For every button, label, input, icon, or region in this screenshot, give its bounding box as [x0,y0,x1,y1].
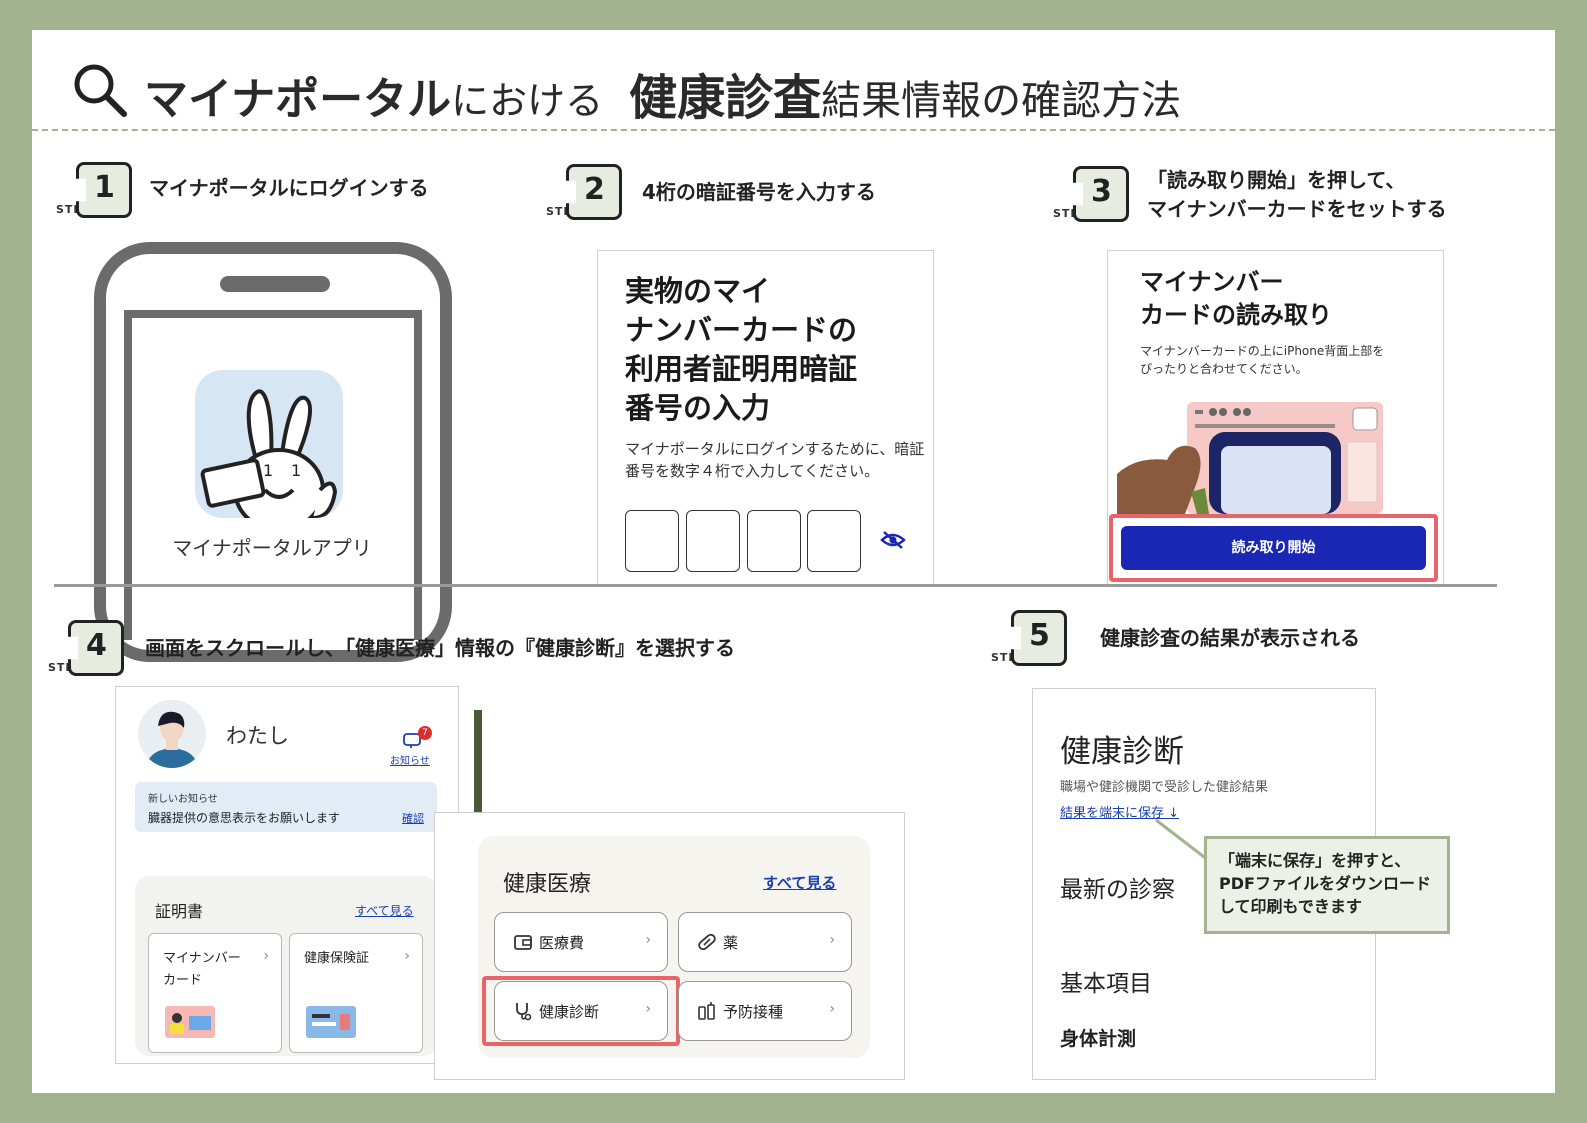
rabbit-mascot-icon: 1 1 [200,389,338,518]
mynumber-card-icon [165,1006,215,1038]
vaccine-icon [698,1002,715,1020]
step-4-text: 画面をスクロールし、「健康医療」情報の『健康診断』を選択する [145,636,735,660]
vaccination-button[interactable]: 予防接種 › [678,981,852,1041]
section-divider [54,584,1497,587]
latest-exam-heading: 最新の診察 [1060,877,1175,903]
certificate-see-all-link[interactable]: すべて見る [355,902,414,919]
step-2-badge: STEP 2 [546,164,622,224]
step-5-badge: STEP 5 [991,610,1067,670]
chevron-right-icon: › [263,948,269,964]
app-label: マイナポータルアプリ [172,536,372,560]
body-measurement-heading: 身体計測 [1060,1028,1137,1050]
step-4-badge: STEP 4 [48,620,124,680]
title-divider [32,129,1555,131]
read-title: マイナンバー カードの読み取り [1140,268,1332,329]
medical-expense-button[interactable]: 医療費 › [494,912,668,972]
chevron-right-icon: › [829,1001,835,1017]
health-medical-title: 健康医療 [503,872,592,897]
start-reading-button[interactable]: 読み取り開始 [1121,526,1426,570]
certificate-title: 証明書 [155,902,204,921]
svg-text:1: 1 [291,461,301,480]
scroll-arrow [474,710,482,820]
basic-items-heading: 基本項目 [1060,971,1152,997]
avatar [138,700,206,768]
notice-bubble: 新しいお知らせ 臓器提供の意思表示をお願いします 確認 [135,782,437,832]
card-reading-illustration [1117,402,1383,514]
notice-link[interactable]: お知らせ [390,752,430,767]
health-medical-see-all-link[interactable]: すべて見る [763,872,836,893]
save-callout: 「端末に保存」を押すと、 PDFファイルをダウンロード して印刷もできます [1204,836,1450,934]
eye-slash-icon[interactable] [880,530,906,550]
pill-icon [698,933,716,951]
wallet-icon [514,935,532,950]
step-1-text: マイナポータルにログインする [149,176,429,200]
step-3-text: 「読み取り開始」を押して、 マイナンバーカードをセットする [1147,168,1447,221]
pin-digit-2[interactable] [686,510,740,572]
health-checkup-button[interactable]: 健康診断 › [494,981,668,1041]
notification-badge: 7 [418,726,432,740]
svg-text:1: 1 [263,461,273,480]
chevron-right-icon: › [829,932,835,948]
pin-title: 実物のマイ ナンバーカードの 利用者証明用暗証 番号の入力 [625,274,858,425]
result-heading: 健康診断 [1060,734,1184,770]
pin-digit-3[interactable] [747,510,801,572]
page-title: マイナポータル における 健康診査 結果情報の確認方法 [144,70,1182,126]
pin-digit-1[interactable] [625,510,679,572]
chevron-right-icon: › [645,932,651,948]
read-button-highlight: 読み取り開始 [1109,514,1438,582]
step-1-badge: STEP 1 [56,162,132,222]
confirm-link[interactable]: 確認 [402,810,424,826]
user-name: わたし [226,724,289,748]
step-5-text: 健康診査の結果が表示される [1100,626,1360,650]
health-insurance-tile[interactable]: 健康保険証 › [289,933,423,1053]
result-subtitle: 職場や健診機関で受診した健診結果 [1060,780,1269,795]
pin-digit-4[interactable] [807,510,861,572]
read-description: マイナンバーカードの上にiPhone背面上部を ぴったりと合わせてください。 [1140,344,1385,376]
search-icon [74,64,127,117]
stethoscope-icon [516,1003,532,1021]
step-3-badge: STEP 3 [1053,166,1129,226]
guide-sheet: マイナポータル における 健康診査 結果情報の確認方法 STEP 1 マイナポータ… [32,30,1555,1093]
callout-pointer [1155,818,1209,862]
step-2-text: 4桁の暗証番号を入力する [642,180,876,204]
medicine-button[interactable]: 薬 › [678,912,852,972]
mynaportal-app-icon[interactable]: 1 1 [195,370,343,518]
insurance-card-icon [306,1006,356,1038]
chevron-right-icon: › [404,948,410,964]
phone-speaker [220,276,330,292]
mynumber-card-tile[interactable]: マイナンバー カード › [148,933,282,1053]
chevron-right-icon: › [645,1001,651,1017]
pin-description: マイナポータルにログインするために、暗証 番号を数字４桁で入力してください。 [625,440,925,480]
